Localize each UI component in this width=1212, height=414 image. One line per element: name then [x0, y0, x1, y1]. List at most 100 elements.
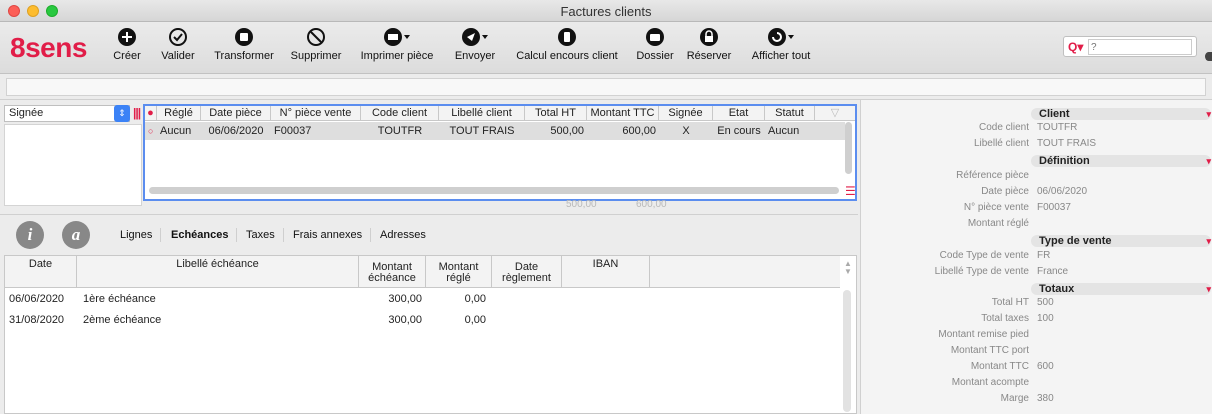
- value-libelle-client: TOUT FRAIS: [1037, 138, 1097, 149]
- select-arrows-icon[interactable]: ⇕: [114, 105, 130, 122]
- col-date[interactable]: Date pièce: [201, 106, 271, 120]
- quick-filter-field[interactable]: [6, 78, 1206, 96]
- print-button[interactable]: Imprimer pièce: [360, 26, 434, 62]
- transform-label: Transformer: [214, 50, 274, 62]
- col-code-client[interactable]: Code client: [361, 106, 439, 120]
- send-button[interactable]: Envoyer: [452, 26, 498, 62]
- status-dot-icon: ●: [145, 106, 157, 120]
- cell-total-ht: 500,00: [550, 125, 584, 137]
- table-row[interactable]: ○ Aucun 06/06/2020 F00037 TOUTFR TOUT FR…: [145, 122, 845, 140]
- tab-adresses[interactable]: Adresses: [380, 228, 434, 242]
- sched-row-2-regle: 0,00: [464, 314, 486, 326]
- total-ht-sum: 500,00: [566, 199, 597, 210]
- col-regle[interactable]: Réglé: [157, 106, 201, 120]
- send-icon: [462, 28, 488, 46]
- printer-icon: [384, 28, 410, 46]
- label-code-client: Code client: [978, 122, 1029, 133]
- invoice-grid[interactable]: ● Réglé Date pièce N° pièce vente Code c…: [143, 104, 857, 201]
- value-date-piece: 06/06/2020: [1037, 186, 1088, 197]
- row-status-icon: ○: [148, 126, 154, 136]
- label-date-piece: Date pièce: [981, 186, 1029, 197]
- col-total-ht[interactable]: Total HT: [525, 106, 587, 120]
- filter-strip: [0, 75, 1212, 100]
- collapse-icon[interactable]: ▾: [1206, 235, 1211, 247]
- cell-libelle-client: TOUT FRAIS: [449, 125, 515, 137]
- grid-horizontal-scrollbar[interactable]: [149, 187, 839, 194]
- section-type-vente[interactable]: Type de vente ▾: [1031, 235, 1211, 247]
- sched-col-regle[interactable]: Montant réglé: [426, 256, 492, 288]
- folder-label: Dossier: [636, 50, 674, 62]
- collapse-icon[interactable]: ▾: [1206, 283, 1211, 295]
- list-lines-icon[interactable]: ☰: [845, 184, 856, 198]
- search-box[interactable]: Q▾: [1063, 36, 1197, 57]
- sched-row-2-libelle: 2ème échéance: [83, 314, 162, 326]
- col-numero[interactable]: N° pièce vente: [271, 106, 361, 120]
- reserve-label: Réserver: [686, 50, 732, 62]
- col-signee[interactable]: Signée: [659, 106, 713, 120]
- col-libelle-client[interactable]: Libellé client: [439, 106, 525, 120]
- label-libelle-type-vente: Libellé Type de vente: [934, 266, 1029, 277]
- label-ttc-port: Montant TTC port: [950, 345, 1029, 356]
- prohibited-icon: [307, 28, 325, 46]
- reserve-button[interactable]: Réserver: [686, 26, 732, 62]
- collapse-icon[interactable]: ▾: [1206, 108, 1211, 120]
- filter-funnel-icon[interactable]: ▽: [815, 106, 855, 120]
- annotation-icon[interactable]: a: [62, 221, 90, 249]
- sched-row-1-regle: 0,00: [464, 293, 486, 305]
- section-definition[interactable]: Définition ▾: [1031, 155, 1211, 167]
- invoice-grid-header: ● Réglé Date pièce N° pièce vente Code c…: [145, 106, 855, 121]
- value-total-ht: 500: [1037, 297, 1054, 308]
- tab-echeances[interactable]: Echéances: [171, 228, 238, 242]
- section-totaux-title: Totaux: [1039, 283, 1075, 295]
- total-ttc-sum: 600,00: [636, 199, 667, 210]
- col-etat[interactable]: Etat: [713, 106, 765, 120]
- filter-list[interactable]: [4, 124, 142, 206]
- sched-scroll-arrows-icon[interactable]: ▲ ▼: [844, 260, 852, 276]
- col-statut[interactable]: Statut: [765, 106, 815, 120]
- search-icon[interactable]: Q▾: [1068, 40, 1083, 54]
- create-button[interactable]: Créer: [110, 26, 144, 62]
- section-client-title: Client: [1039, 108, 1070, 120]
- label-reference-piece: Référence pièce: [956, 170, 1029, 181]
- sched-vertical-scrollbar[interactable]: [843, 290, 851, 412]
- sched-col-libelle[interactable]: Libellé échéance: [77, 256, 359, 288]
- section-totaux[interactable]: Totaux ▾: [1031, 283, 1211, 295]
- status-filter-select[interactable]: Signée: [4, 105, 130, 122]
- label-numero-piece: N° pièce vente: [963, 202, 1029, 213]
- sched-col-date-reg-line2: règlement: [502, 272, 551, 284]
- info-icon[interactable]: i: [16, 221, 44, 249]
- tab-taxes[interactable]: Taxes: [246, 228, 284, 242]
- sched-col-date[interactable]: Date: [5, 256, 77, 288]
- tab-lignes[interactable]: Lignes: [120, 228, 162, 242]
- collapse-icon[interactable]: ▾: [1206, 155, 1211, 167]
- sched-col-iban[interactable]: IBAN: [562, 256, 650, 288]
- validate-button[interactable]: Valider: [158, 26, 198, 62]
- sched-col-date-reglement[interactable]: Date règlement: [492, 256, 562, 288]
- folder-button[interactable]: Dossier: [634, 26, 676, 62]
- calculator-icon: [558, 28, 576, 46]
- search-input[interactable]: [1088, 39, 1192, 55]
- cell-etat: En cours: [717, 125, 761, 137]
- toolbar-overflow-indicator: [1205, 52, 1212, 61]
- tab-frais-annexes[interactable]: Frais annexes: [293, 228, 372, 242]
- schedule-table[interactable]: Date Libellé échéance Montant échéance M…: [4, 255, 857, 414]
- detail-panel: Client ▾ Code client TOUTFR Libellé clien…: [860, 100, 1212, 414]
- grid-vertical-scrollbar[interactable]: [845, 122, 852, 174]
- folder-icon: [646, 28, 664, 46]
- col-montant-ttc[interactable]: Montant TTC: [587, 106, 659, 120]
- sched-col-montant[interactable]: Montant échéance: [359, 256, 426, 288]
- sched-col-montant-line2: échéance: [368, 272, 416, 284]
- transform-button[interactable]: Transformer: [213, 26, 275, 62]
- print-label: Imprimer pièce: [360, 50, 434, 62]
- sched-row-2-date: 31/08/2020: [9, 314, 65, 326]
- section-client[interactable]: Client ▾: [1031, 108, 1211, 120]
- show-all-button[interactable]: Afficher tout: [750, 26, 812, 62]
- label-libelle-client: Libellé client: [973, 138, 1029, 149]
- delete-button[interactable]: Supprimer: [288, 26, 344, 62]
- section-type-vente-title: Type de vente: [1039, 235, 1112, 247]
- label-marge: Marge: [1000, 393, 1029, 404]
- column-bars-icon[interactable]: |||: [133, 106, 141, 120]
- outstanding-button[interactable]: Calcul encours client: [516, 26, 618, 62]
- cell-regle: Aucun: [160, 125, 192, 137]
- cell-montant-ttc: 600,00: [622, 125, 656, 137]
